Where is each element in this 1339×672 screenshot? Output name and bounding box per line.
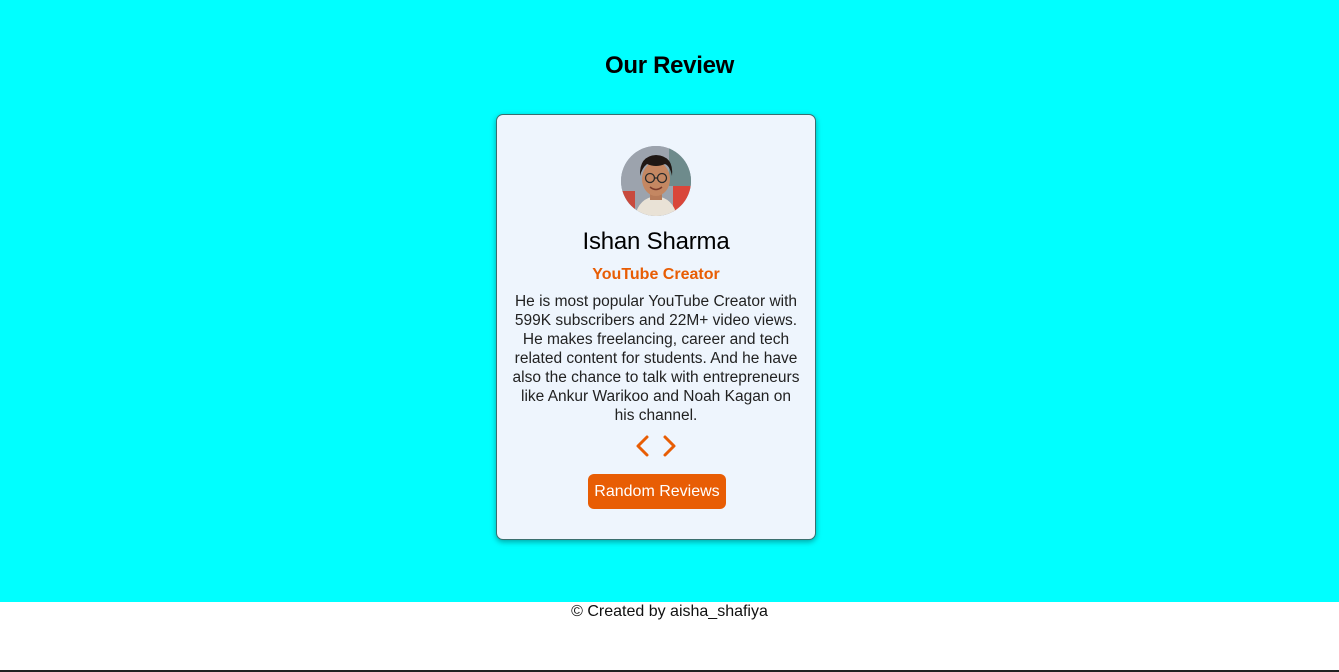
page-title: Our Review bbox=[604, 52, 735, 79]
prev-review-button[interactable] bbox=[632, 434, 654, 458]
main-section: Our Review Ishan Sharma YouTube Creator … bbox=[0, 0, 1339, 602]
chevron-right-icon bbox=[663, 435, 676, 457]
footer-credit: © Created by aisha_shafiya bbox=[571, 603, 768, 620]
avatar bbox=[621, 146, 691, 216]
chevron-left-icon bbox=[636, 435, 649, 457]
footer: © Created by aisha_shafiya bbox=[0, 602, 1339, 670]
next-review-button[interactable] bbox=[658, 434, 680, 458]
random-reviews-button[interactable]: Random Reviews bbox=[588, 474, 726, 509]
review-text: He is most popular YouTube Creator with … bbox=[512, 293, 800, 424]
review-card: Ishan Sharma YouTube Creator He is most … bbox=[496, 114, 816, 540]
reviewer-name: Ishan Sharma bbox=[582, 228, 730, 255]
review-navigation bbox=[497, 434, 815, 458]
reviewer-job: YouTube Creator bbox=[592, 266, 720, 283]
avatar-image bbox=[621, 146, 691, 216]
